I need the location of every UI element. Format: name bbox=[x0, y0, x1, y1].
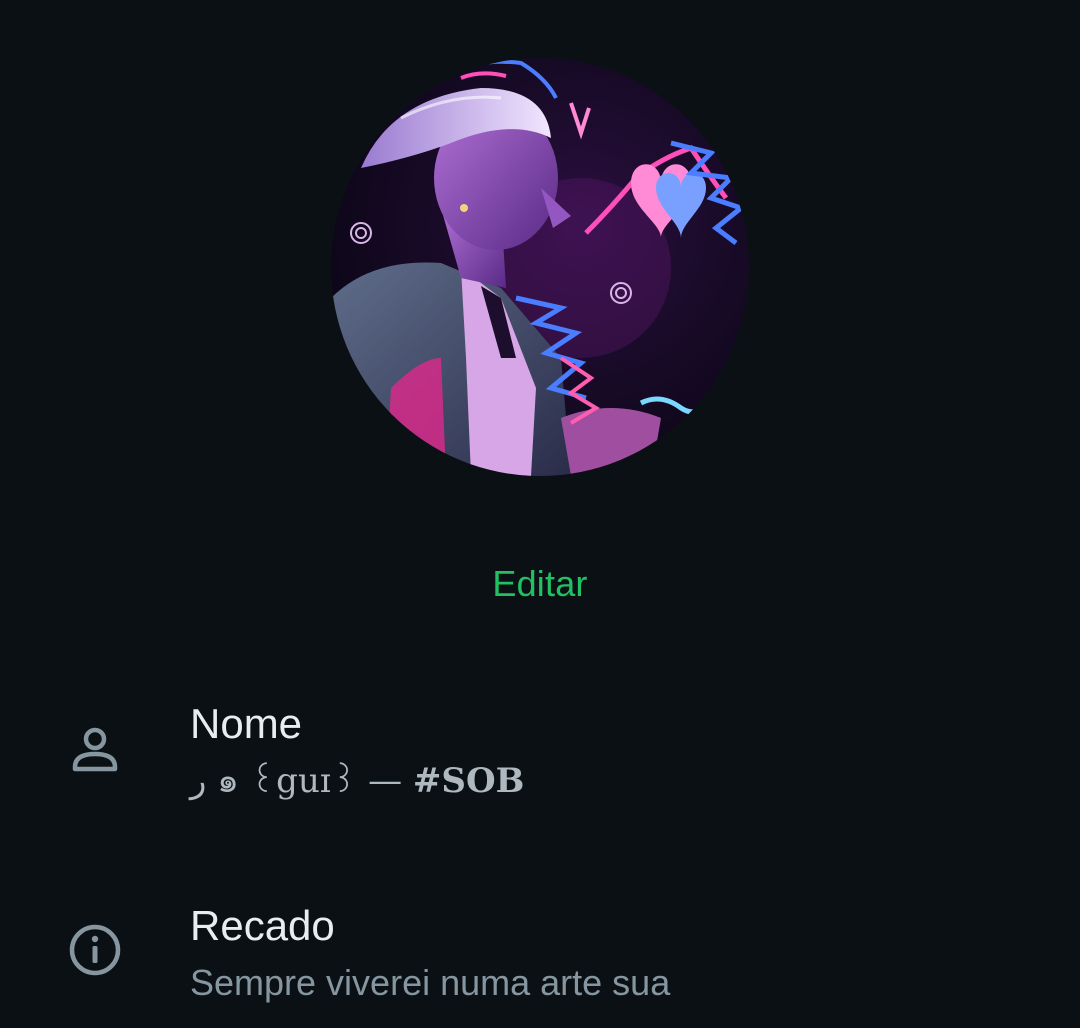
name-row[interactable]: Nome ر ๑ ꒰guɪ꒱ — #SOB bbox=[0, 695, 1080, 815]
person-icon bbox=[72, 727, 118, 772]
status-row[interactable]: Recado Sempre viverei numa arte sua bbox=[0, 897, 1080, 1017]
info-icon bbox=[69, 924, 121, 976]
status-value: Sempre viverei numa arte sua bbox=[190, 962, 671, 1003]
name-value-tag: #SOB bbox=[412, 761, 525, 801]
status-label: Recado bbox=[190, 902, 335, 949]
profile-screen: Editar Nome ر ๑ ꒰guɪ꒱ — #SOB Recado Semp… bbox=[0, 0, 1080, 1028]
name-value-prefix: ر ๑ ꒰guɪ꒱ — bbox=[190, 761, 413, 801]
profile-photo[interactable] bbox=[331, 58, 749, 476]
profile-photo-image bbox=[331, 58, 749, 476]
edit-photo-link[interactable]: Editar bbox=[0, 563, 1080, 605]
name-value: ر ๑ ꒰guɪ꒱ — #SOB bbox=[190, 759, 524, 803]
name-label: Nome bbox=[190, 700, 303, 747]
